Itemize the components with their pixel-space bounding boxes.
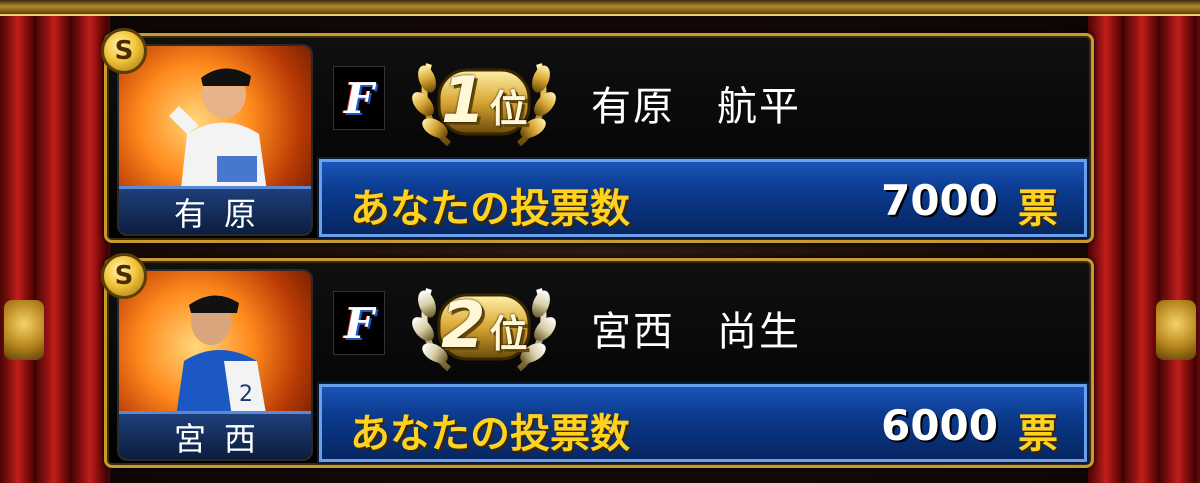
- name-plate: 宮西: [119, 411, 311, 459]
- player-figure-icon: [169, 68, 269, 206]
- curtain-right: [1088, 16, 1200, 483]
- vote-count-bar: あなたの投票数 6000 票: [319, 384, 1087, 462]
- ranking-card[interactable]: 有原 S F 1 位 有原 航平 あなたの投票数 7000 票: [101, 28, 1094, 243]
- vote-count-bar: あなたの投票数 7000 票: [319, 159, 1087, 237]
- vote-unit: 票: [1018, 186, 1058, 232]
- team-logo-letter: F: [344, 73, 374, 123]
- player-name: 宮西 尚生: [591, 309, 801, 355]
- rank-number: 2: [441, 289, 486, 363]
- top-gold-trim: [0, 0, 1200, 16]
- team-logo-icon: F: [333, 66, 385, 130]
- rank-label: 2 位: [441, 289, 528, 363]
- team-logo-letter: F: [344, 298, 374, 348]
- player-portrait[interactable]: 2 宮西: [117, 269, 313, 461]
- vote-count: 7000: [881, 176, 998, 225]
- vote-count: 6000: [881, 401, 998, 450]
- curtain-tassel-left: [4, 300, 44, 360]
- svg-text:2: 2: [239, 382, 253, 407]
- player-figure-icon: 2: [174, 295, 269, 431]
- s-rank-badge-icon: S: [101, 28, 147, 74]
- team-logo-icon: F: [333, 291, 385, 355]
- curtain-left: [0, 16, 110, 483]
- rank-suffix: 位: [489, 312, 528, 356]
- ranking-card[interactable]: 2 宮西 S F 2 位 宮西 尚生 あなたの投票数 6000 票: [101, 253, 1094, 468]
- player-name: 有原 航平: [591, 84, 801, 130]
- player-portrait[interactable]: 有原: [117, 44, 313, 236]
- name-plate: 有原: [119, 186, 311, 234]
- vote-label: あなたの投票数: [350, 186, 630, 232]
- vote-label: あなたの投票数: [350, 411, 630, 457]
- vote-unit: 票: [1018, 411, 1058, 457]
- s-rank-badge-icon: S: [101, 253, 147, 299]
- rank-suffix: 位: [489, 87, 528, 131]
- curtain-tassel-right: [1156, 300, 1196, 360]
- rank-label: 1 位: [441, 64, 528, 138]
- rank-number: 1: [441, 64, 486, 138]
